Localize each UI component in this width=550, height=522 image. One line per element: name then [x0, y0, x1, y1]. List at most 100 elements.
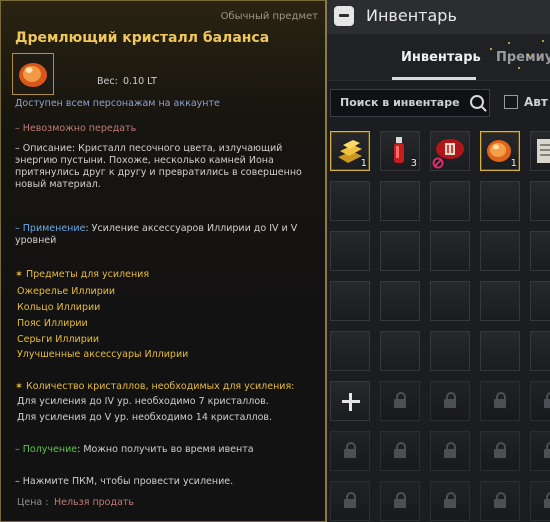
inventory-slot-scroll[interactable]	[530, 131, 550, 171]
inventory-slot-locked	[430, 381, 470, 421]
inventory-slot-empty[interactable]	[380, 231, 420, 271]
enhance-item: Улучшенные аксессуары Иллирии	[17, 349, 189, 360]
inventory-slot-locked	[380, 431, 420, 471]
obtain-label: – Получение	[15, 444, 78, 455]
enhance-items-heading: ✶ Предметы для усиления	[15, 269, 150, 280]
item-grade: Обычный предмет	[220, 11, 318, 22]
inventory-slot-empty[interactable]	[330, 181, 370, 221]
tab-premium[interactable]: Премиум	[496, 50, 550, 65]
auto-checkbox[interactable]	[504, 95, 518, 109]
crystals-requirement: Для усиления до V ур. необходимо 14 крис…	[17, 412, 273, 423]
inventory-title: Инвентарь	[366, 6, 457, 25]
item-count: 1	[510, 158, 517, 169]
lock-icon	[544, 442, 550, 458]
inventory-slot-empty[interactable]	[530, 331, 550, 371]
tab-inventory[interactable]: Инвентарь	[401, 50, 481, 65]
balance-crystal-icon	[12, 53, 54, 95]
inventory-slot-empty[interactable]	[480, 331, 520, 371]
inventory-slot-empty[interactable]	[380, 281, 420, 321]
item-name: Дремлющий кристалл баланса	[15, 30, 270, 46]
sparkle-decoration	[518, 67, 520, 69]
inventory-slot-empty[interactable]	[430, 231, 470, 271]
lock-icon	[394, 492, 406, 508]
inventory-slot-empty[interactable]	[530, 281, 550, 321]
inventory-slot-locked	[380, 381, 420, 421]
inventory-slot-locked	[330, 481, 370, 521]
item-tooltip: Обычный предмет Дремлющий кристалл балан…	[0, 0, 327, 522]
price-value: Нельзя продать	[54, 497, 135, 508]
inventory-slot-red-belt[interactable]	[430, 131, 470, 171]
inventory-slot-gold-bars[interactable]: 1	[330, 131, 370, 171]
inventory-slot-empty[interactable]	[430, 181, 470, 221]
inventory-slot-empty[interactable]	[530, 181, 550, 221]
sparkle-decoration	[490, 48, 492, 50]
inventory-slot-empty[interactable]	[380, 331, 420, 371]
search-input[interactable]	[340, 96, 460, 109]
inventory-slot-empty[interactable]	[330, 331, 370, 371]
inventory-tabs: Инвентарь Премиум	[322, 34, 550, 81]
red-belt-icon	[432, 139, 464, 169]
inventory-slot-locked	[480, 381, 520, 421]
inventory-window: Инвентарь Инвентарь Премиум Авт 1 3	[322, 0, 550, 522]
item-description: – Описание: Кристалл песочного цвета, из…	[15, 143, 302, 190]
plus-icon	[342, 393, 360, 411]
inventory-slot-empty[interactable]	[330, 231, 370, 271]
obtain-text: : Можно получить во время ивента	[77, 444, 254, 455]
inventory-slot-empty[interactable]	[330, 281, 370, 321]
inventory-slot-empty[interactable]	[530, 231, 550, 271]
inventory-slot-locked	[530, 481, 550, 521]
lock-icon	[544, 392, 550, 408]
inventory-slot-locked	[380, 481, 420, 521]
lock-icon	[444, 492, 456, 508]
lock-icon	[344, 492, 356, 508]
inventory-slot-empty[interactable]	[430, 331, 470, 371]
lock-icon	[494, 392, 506, 408]
lock-icon	[444, 392, 456, 408]
item-count: 3	[410, 158, 417, 169]
weight-label: Вес:	[97, 76, 118, 87]
item-obtain: – Получение: Можно получить во время иве…	[15, 444, 254, 456]
crystals-requirement: Для усиления до IV ур. необходимо 7 крис…	[17, 396, 269, 407]
inventory-slot-red-potion[interactable]: 3	[380, 131, 420, 171]
usage-label: – Применение	[15, 223, 86, 234]
price-label: Цена :	[17, 497, 49, 508]
inventory-slot-empty[interactable]	[380, 181, 420, 221]
inventory-slot-locked	[330, 431, 370, 471]
sparkle-decoration	[527, 54, 529, 56]
item-usage: – Применение: Усиление аксессуаров Иллир…	[15, 223, 315, 247]
lock-icon	[444, 442, 456, 458]
inventory-slot-balance-crystal[interactable]: 1	[480, 131, 520, 171]
active-tab-indicator	[392, 77, 476, 80]
inventory-slot-locked	[530, 431, 550, 471]
inventory-slot-locked	[530, 381, 550, 421]
expand-inventory-button[interactable]	[330, 381, 370, 421]
inventory-title-bar[interactable]: Инвентарь	[322, 0, 550, 34]
inventory-slot-empty[interactable]	[480, 181, 520, 221]
sparkle-decoration	[508, 42, 510, 44]
enhance-item: Серьги Иллирии	[17, 334, 100, 345]
weight-value: 0.10 LT	[123, 76, 157, 87]
inventory-slot-empty[interactable]	[430, 281, 470, 321]
not-transferable: – Невозможно передать	[15, 123, 137, 134]
crystals-heading: ✶ Количество кристаллов, необходимых для…	[15, 381, 295, 392]
inventory-slot-locked	[480, 481, 520, 521]
usage-hint: – Нажмите ПКМ, чтобы провести усиление.	[15, 476, 234, 487]
account-note: Доступен всем персонажам на аккаунте	[15, 98, 220, 109]
inventory-slot-locked	[430, 431, 470, 471]
inventory-slot-locked	[480, 431, 520, 471]
inventory-slot-empty[interactable]	[480, 231, 520, 271]
bag-icon	[334, 6, 354, 26]
lock-icon	[394, 442, 406, 458]
search-icon[interactable]	[470, 95, 484, 109]
search-box[interactable]	[330, 89, 490, 117]
enhance-item: Ожерелье Иллирии	[17, 286, 116, 297]
enhance-item: Кольцо Иллирии	[17, 302, 101, 313]
inventory-slot-empty[interactable]	[480, 281, 520, 321]
inventory-slot-locked	[430, 481, 470, 521]
auto-label: Авт	[524, 95, 548, 109]
item-count: 1	[360, 158, 367, 169]
enhance-item: Пояс Иллирии	[17, 318, 88, 329]
lock-icon	[494, 492, 506, 508]
sparkle-decoration	[542, 40, 544, 42]
lock-icon	[494, 442, 506, 458]
